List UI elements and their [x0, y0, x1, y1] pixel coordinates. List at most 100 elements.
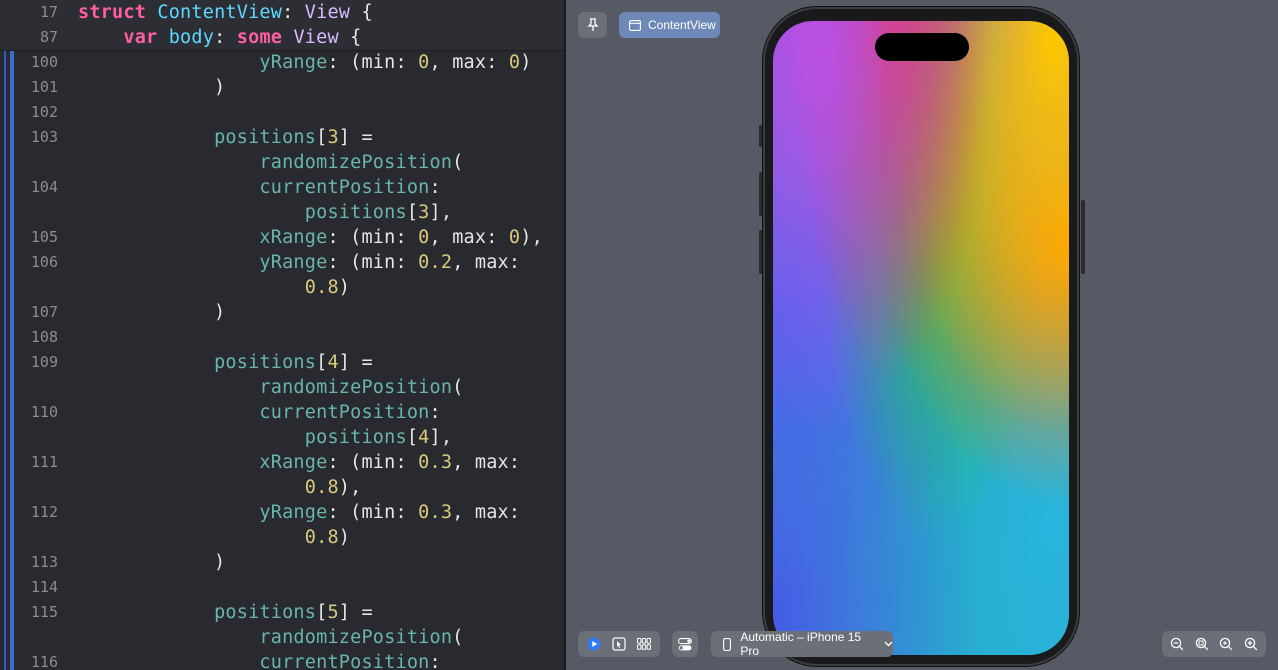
- code-token: : (min:: [327, 52, 419, 73]
- code-token: : (min:: [327, 452, 419, 473]
- line-number: 102: [30, 103, 58, 121]
- preview-content-view-chip[interactable]: ContentView: [619, 12, 720, 38]
- dynamic-island: [875, 33, 969, 61]
- code-line[interactable]: randomizePosition(: [0, 375, 564, 400]
- code-token: 0.8: [304, 277, 339, 298]
- code-token: 3: [418, 202, 430, 223]
- zoom-in-icon[interactable]: [1243, 636, 1259, 652]
- code-token: 0: [508, 227, 521, 248]
- line-number: 108: [30, 328, 58, 346]
- code-token: , max:: [452, 502, 521, 523]
- code-token: ): [78, 552, 226, 573]
- code-token: yRange: [259, 252, 328, 273]
- device-selector-label: Automatic – iPhone 15 Pro: [740, 630, 862, 658]
- code-line[interactable]: 101 ): [0, 75, 564, 100]
- code-text: 0.8): [78, 275, 350, 300]
- code-token: , max:: [452, 252, 521, 273]
- code-token: ),: [338, 477, 362, 498]
- code-line[interactable]: 104 currentPosition:: [0, 175, 564, 200]
- device-selector[interactable]: Automatic – iPhone 15 Pro: [711, 630, 893, 658]
- zoom-fit-icon[interactable]: [1194, 636, 1210, 652]
- code-line[interactable]: 112 yRange: (min: 0.3, max:: [0, 500, 564, 525]
- code-line[interactable]: 116 currentPosition:: [0, 650, 564, 670]
- code-editor[interactable]: 17 struct ContentView: View { 87 var bod…: [0, 0, 564, 670]
- code-line[interactable]: 107 ): [0, 300, 564, 325]
- code-token: [: [316, 602, 328, 623]
- iphone-device-frame: [763, 7, 1079, 666]
- code-token: :: [282, 2, 305, 23]
- code-text: 0.8): [78, 525, 350, 550]
- line-number: 115: [30, 603, 58, 621]
- sticky-scope-header-struct[interactable]: 17 struct ContentView: View {: [0, 0, 564, 25]
- line-number: 87: [39, 28, 58, 46]
- code-token: , max:: [429, 52, 509, 73]
- window-icon: [627, 17, 643, 33]
- code-line[interactable]: randomizePosition(: [0, 150, 564, 175]
- chevron-down-icon: [883, 636, 893, 652]
- code-line[interactable]: 110 currentPosition:: [0, 400, 564, 425]
- code-text: positions[3] =: [78, 125, 373, 150]
- code-line[interactable]: randomizePosition(: [0, 625, 564, 650]
- code-token: some: [236, 27, 283, 48]
- line-number: 109: [30, 353, 58, 371]
- code-text: xRange: (min: 0, max: 0),: [78, 225, 543, 250]
- code-line[interactable]: 113 ): [0, 550, 564, 575]
- device-settings-button[interactable]: [672, 631, 698, 657]
- line-number: 111: [30, 453, 58, 471]
- code-line[interactable]: 0.8),: [0, 475, 564, 500]
- code-line[interactable]: 0.8): [0, 525, 564, 550]
- code-token: View: [304, 2, 351, 23]
- code-text: currentPosition:: [78, 650, 441, 670]
- code-line[interactable]: 100 yRange: (min: 0, max: 0): [0, 50, 564, 75]
- code-token: randomizePosition: [259, 152, 453, 173]
- pin-icon: [585, 17, 601, 33]
- code-line[interactable]: 108: [0, 325, 564, 350]
- code-token: [: [316, 127, 328, 148]
- code-token: 3: [327, 127, 339, 148]
- pin-button[interactable]: [578, 12, 607, 38]
- code-line[interactable]: 114: [0, 575, 564, 600]
- code-line[interactable]: 115 positions[5] =: [0, 600, 564, 625]
- preview-canvas: ContentView Automatic – iPhone 15 Pro: [566, 0, 1278, 670]
- code-line[interactable]: positions[4],: [0, 425, 564, 450]
- code-line[interactable]: 102: [0, 100, 564, 125]
- live-play-icon[interactable]: [586, 636, 602, 652]
- code-line[interactable]: 103 positions[3] =: [0, 125, 564, 150]
- code-line[interactable]: 105 xRange: (min: 0, max: 0),: [0, 225, 564, 250]
- sticky-scope-header-body[interactable]: 87 var body: some View {: [0, 25, 564, 51]
- code-token: , max:: [452, 452, 521, 473]
- code-token: xRange: [259, 227, 328, 248]
- zoom-100-icon[interactable]: [1218, 636, 1234, 652]
- line-number: 101: [30, 78, 58, 96]
- grid-variants-icon[interactable]: [636, 636, 652, 652]
- code-token: 4: [418, 427, 430, 448]
- code-text: randomizePosition(: [78, 625, 464, 650]
- code-text: yRange: (min: 0.2, max:: [78, 250, 520, 275]
- zoom-out-icon[interactable]: [1169, 636, 1185, 652]
- code-token: ContentView: [157, 2, 283, 23]
- preview-screen-gradient[interactable]: [773, 21, 1069, 655]
- selectable-cursor-icon[interactable]: [611, 636, 627, 652]
- line-number: 100: [30, 53, 58, 71]
- code-token: :: [429, 402, 441, 423]
- code-line[interactable]: 0.8): [0, 275, 564, 300]
- code-token: [: [406, 427, 419, 448]
- code-token: , max:: [429, 227, 509, 248]
- code-line[interactable]: 111 xRange: (min: 0.3, max:: [0, 450, 564, 475]
- code-token: ): [78, 77, 226, 98]
- code-line[interactable]: 109 positions[4] =: [0, 350, 564, 375]
- code-line[interactable]: 106 yRange: (min: 0.2, max:: [0, 250, 564, 275]
- code-token: randomizePosition: [259, 377, 453, 398]
- code-token: 0.8: [304, 477, 339, 498]
- code-text: randomizePosition(: [78, 375, 464, 400]
- code-line[interactable]: positions[3],: [0, 200, 564, 225]
